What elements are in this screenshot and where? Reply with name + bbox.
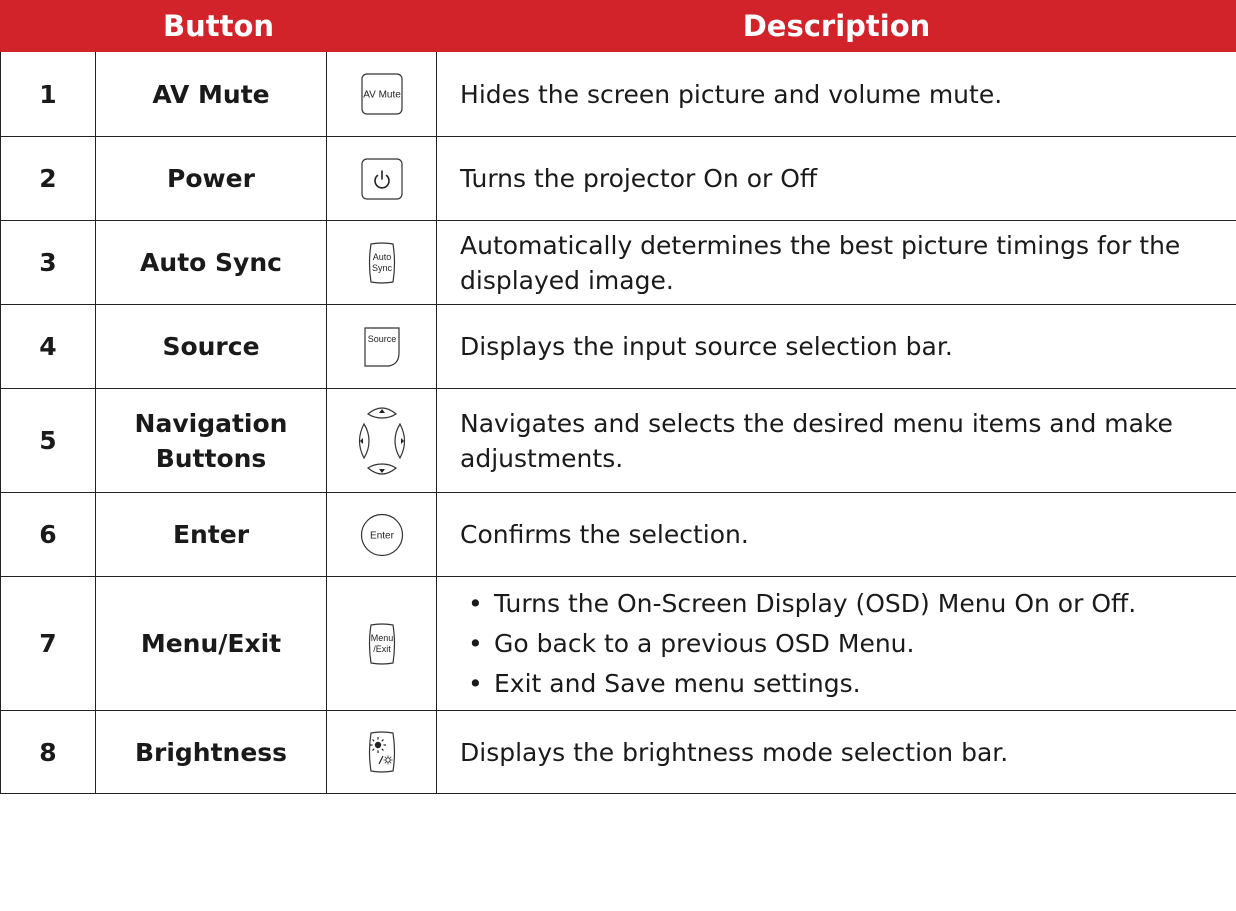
key-label-line-1: Auto [372,252,391,262]
description-bullet: Turns the On-Screen Display (OSD) Menu O… [460,586,1226,621]
description-bullet: Go back to a previous OSD Menu. [460,626,1226,661]
table-row: 4 Source Source Displays the input sourc… [0,304,1236,389]
button-name: Source [95,304,327,389]
button-description: Turns the projector On or Off [436,136,1236,221]
navigation-pad-icon [358,406,405,475]
button-name: Brightness [95,710,327,794]
button-name: Menu/Exit [95,576,327,711]
button-description: Navigates and selects the desired menu i… [436,388,1236,493]
button-name: Auto Sync [95,220,327,305]
key-label-line-1: Menu [370,633,393,643]
av-mute-key-icon: AV Mute [360,73,403,115]
key-label: AV Mute [363,90,401,101]
table-row: 2 Power Turns the projector On or Off [0,136,1236,221]
table-header-row: Button Description [0,0,1236,52]
table-row: 8 Brightness Displays the brightness mod… [0,710,1236,794]
row-number: 2 [0,136,96,221]
button-description: Displays the input source selection bar. [436,304,1236,389]
power-icon [360,157,403,200]
key-label-line-2: /Exit [373,644,391,654]
button-description: Confirms the selection. [436,492,1236,577]
button-name-line-1: Navigation [134,408,288,438]
description-bullet: Exit and Save menu settings. [460,666,1226,701]
row-number: 8 [0,710,96,794]
row-number: 6 [0,492,96,577]
button-description: Automatically determines the best pictur… [436,220,1236,305]
table-row: 3 Auto Sync Auto Sync Automatically dete… [0,220,1236,305]
row-number: 5 [0,388,96,493]
source-key-icon: Source [363,326,400,367]
button-description-table: Button Description 1 AV Mute AV Mute Hid… [0,0,1236,794]
key-label: Source [367,334,396,344]
enter-key-icon: Enter [360,513,403,556]
menu-exit-key-icon: Menu /Exit [368,622,395,665]
button-description: Hides the screen picture and volume mute… [436,51,1236,137]
row-number: 7 [0,576,96,711]
button-name: Enter [95,492,327,577]
table-row: 6 Enter Enter Confirms the selection. [0,492,1236,577]
table-row: 5 Navigation Buttons Navigates and selec… [0,388,1236,493]
header-button: Button [0,0,438,52]
button-name-line-2: Buttons [155,443,267,473]
button-description: Displays the brightness mode selection b… [436,710,1236,794]
row-number: 3 [0,220,96,305]
auto-sync-key-icon: Auto Sync [368,241,395,284]
table-row: 1 AV Mute AV Mute Hides the screen pictu… [0,51,1236,137]
button-name: Power [95,136,327,221]
brightness-key-icon [368,731,395,773]
key-label-line-2: Sync [371,263,392,273]
row-number: 4 [0,304,96,389]
description-bullet-list: Turns the On-Screen Display (OSD) Menu O… [460,586,1226,701]
key-label: Enter [370,530,395,541]
table-row: 7 Menu/Exit Menu /Exit Turns the On-Scre… [0,576,1236,711]
row-number: 1 [0,51,96,137]
button-name: AV Mute [95,51,327,137]
header-description: Description [436,0,1236,52]
